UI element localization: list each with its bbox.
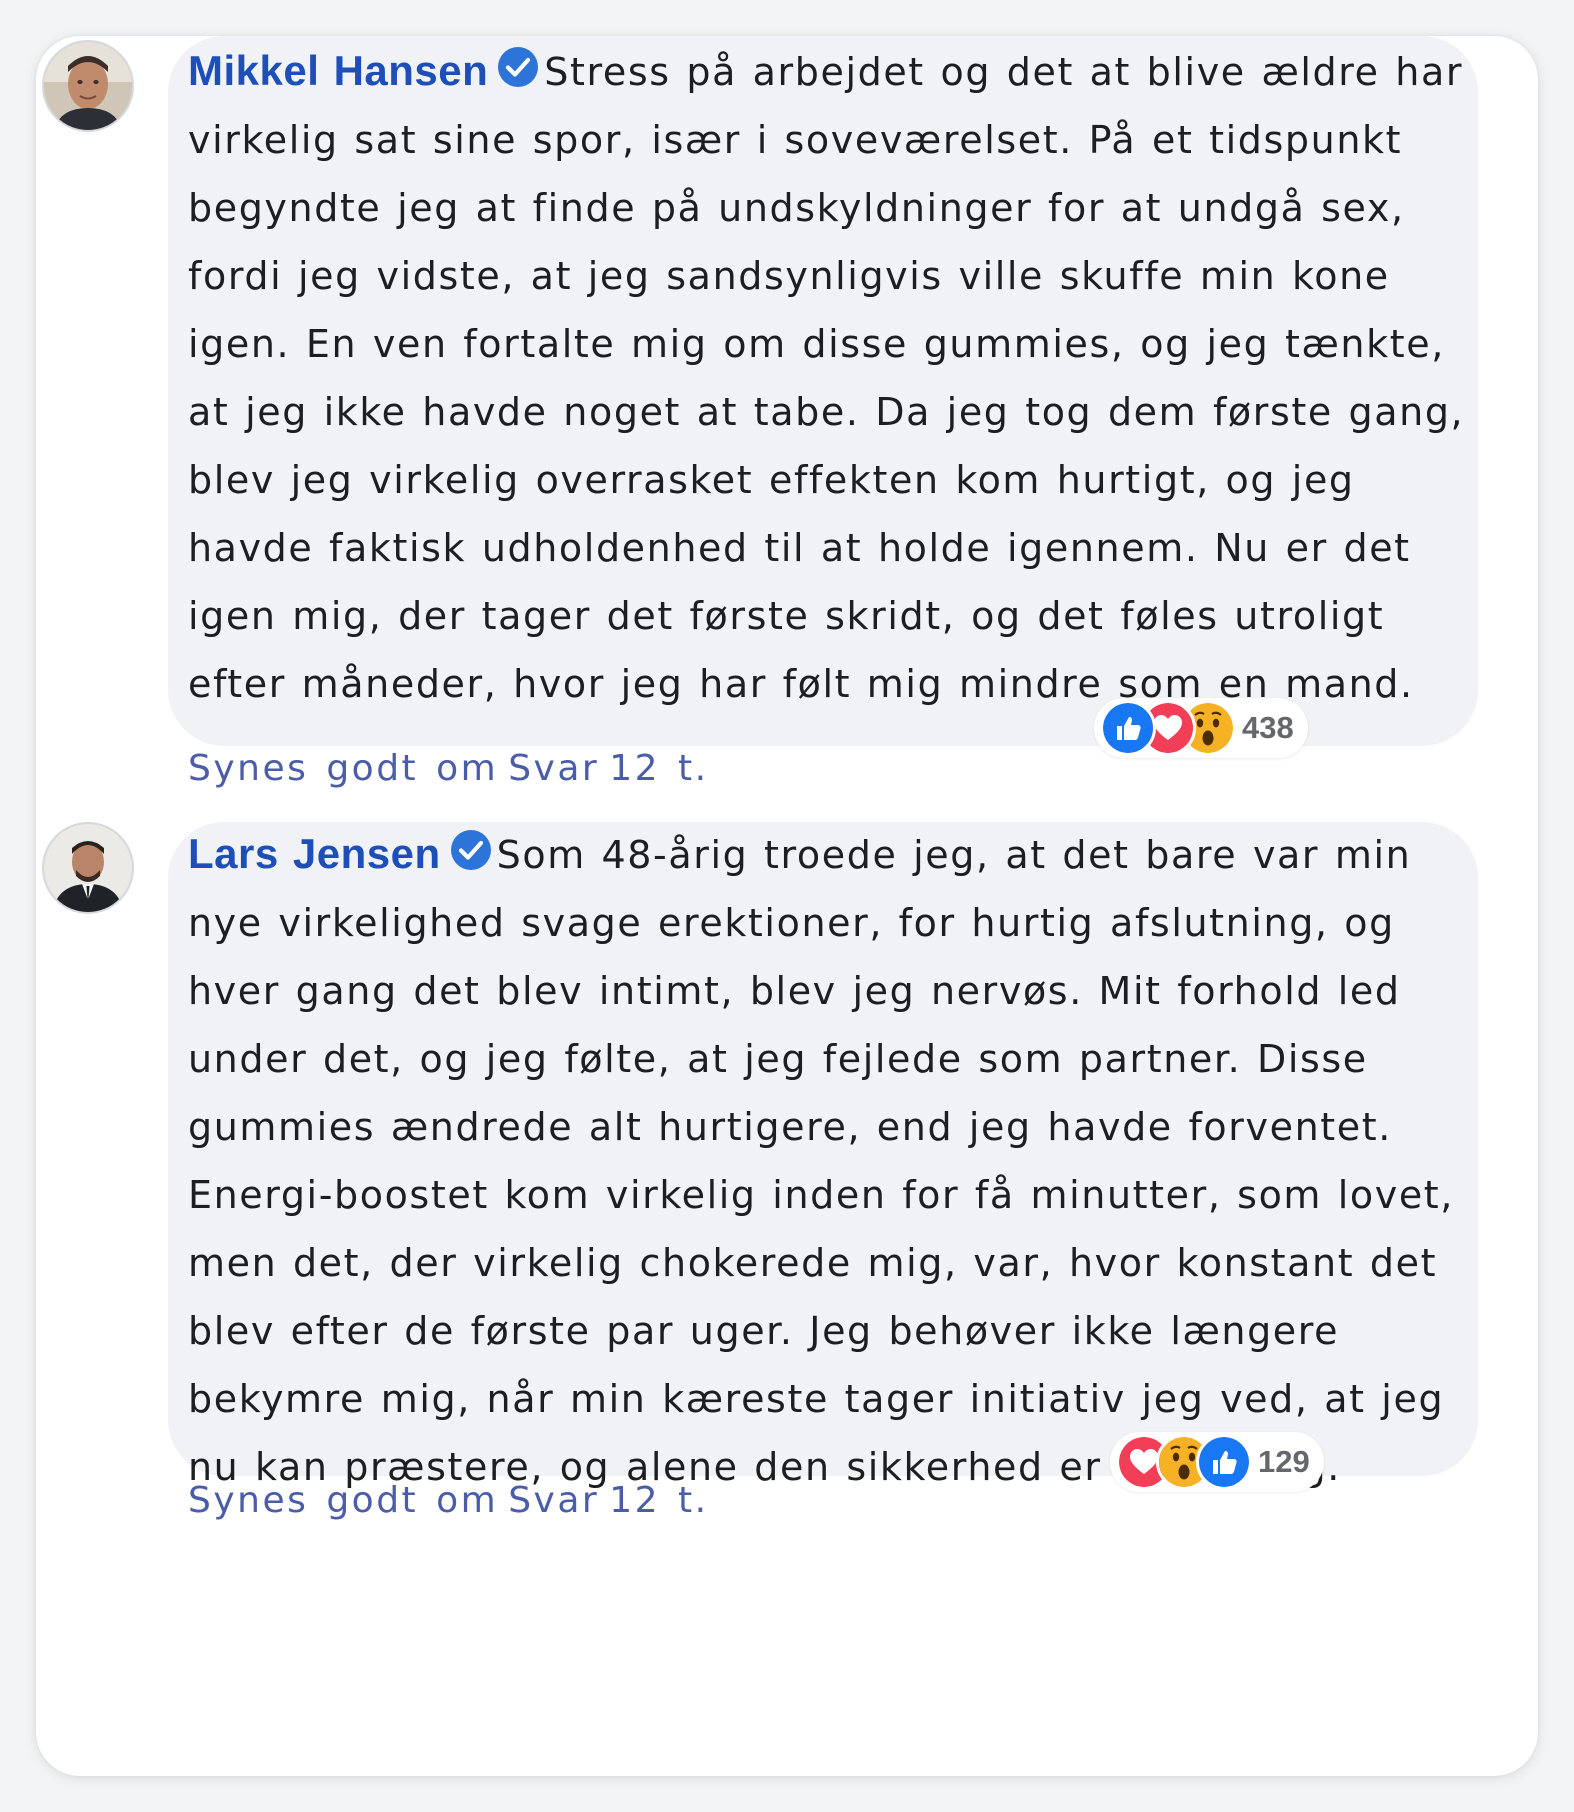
like-icon <box>1196 1434 1252 1490</box>
reaction-summary[interactable]: 129 <box>1110 1432 1324 1492</box>
comment-text: Stress på arbejdet og det at blive ældre… <box>188 50 1465 706</box>
like-link[interactable]: Synes godt om <box>188 748 498 789</box>
comments-card: Mikkel Hansen Stress på arbejdet og det a… <box>36 36 1538 1776</box>
reply-link[interactable]: Svar <box>508 748 599 789</box>
timestamp[interactable]: 12 t. <box>609 748 708 789</box>
avatar[interactable] <box>42 822 134 914</box>
reply-link[interactable]: Svar <box>508 1480 599 1521</box>
reaction-summary[interactable]: 438 <box>1094 698 1308 758</box>
comment-actions: Synes godt om Svar 12 t. <box>188 748 719 789</box>
author-name[interactable]: Lars Jensen <box>188 830 441 877</box>
timestamp[interactable]: 12 t. <box>609 1480 708 1521</box>
verified-badge-icon <box>449 828 493 872</box>
like-icon <box>1100 700 1156 756</box>
comment-bubble: Lars Jensen Som 48-årig troede jeg, at de… <box>168 822 1478 1492</box>
avatar[interactable] <box>42 40 134 132</box>
author-name[interactable]: Mikkel Hansen <box>188 47 488 94</box>
comment-actions: Synes godt om Svar 12 t. <box>188 1480 719 1521</box>
verified-badge-icon <box>496 45 540 89</box>
comment-text: Som 48-årig troede jeg, at det bare var … <box>188 833 1454 1489</box>
reaction-count: 438 <box>1242 710 1294 745</box>
comment-bubble: Mikkel Hansen Stress på arbejdet og det a… <box>168 36 1478 758</box>
like-link[interactable]: Synes godt om <box>188 1480 498 1521</box>
reaction-count: 129 <box>1258 1444 1310 1479</box>
